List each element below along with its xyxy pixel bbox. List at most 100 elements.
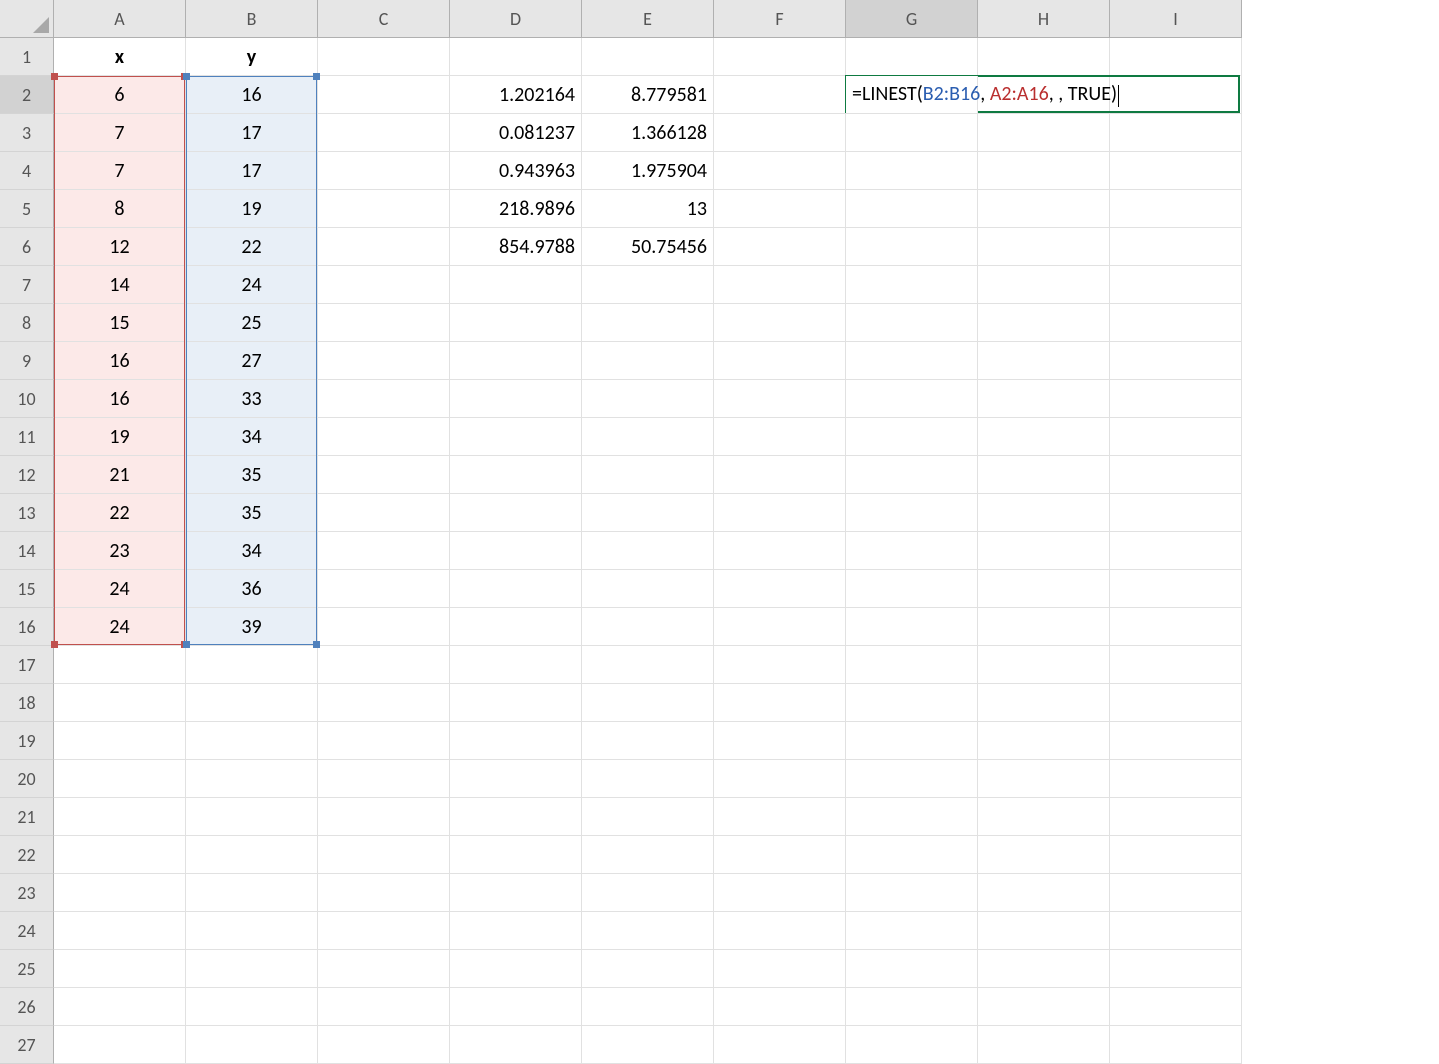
cell-E5[interactable]: 13 [582,190,714,228]
cell-H26[interactable] [978,988,1110,1026]
cell-D23[interactable] [450,874,582,912]
cell-H27[interactable] [978,1026,1110,1064]
cell-F3[interactable] [714,114,846,152]
cell-A19[interactable] [54,722,186,760]
col-header-A[interactable]: A [54,0,186,38]
cell-D4[interactable]: 0.943963 [450,152,582,190]
cell-E26[interactable] [582,988,714,1026]
row-header-24[interactable]: 24 [0,912,54,950]
cell-B27[interactable] [186,1026,318,1064]
cell-B24[interactable] [186,912,318,950]
cell-D8[interactable] [450,304,582,342]
cell-E11[interactable] [582,418,714,456]
cell-A22[interactable] [54,836,186,874]
row-header-27[interactable]: 27 [0,1026,54,1064]
cell-E7[interactable] [582,266,714,304]
cell-B25[interactable] [186,950,318,988]
cell-E2[interactable]: 8.779581 [582,76,714,114]
cell-A13[interactable]: 22 [54,494,186,532]
cell-A25[interactable] [54,950,186,988]
cell-B8[interactable]: 25 [186,304,318,342]
cell-A23[interactable] [54,874,186,912]
cell-E23[interactable] [582,874,714,912]
cell-A24[interactable] [54,912,186,950]
cell-A7[interactable]: 14 [54,266,186,304]
cell-C16[interactable] [318,608,450,646]
cell-B12[interactable]: 35 [186,456,318,494]
cell-G1[interactable] [846,38,978,76]
cell-E4[interactable]: 1.975904 [582,152,714,190]
cell-C3[interactable] [318,114,450,152]
cell-G3[interactable] [846,114,978,152]
cell-B22[interactable] [186,836,318,874]
cell-B7[interactable]: 24 [186,266,318,304]
cell-C8[interactable] [318,304,450,342]
cell-C21[interactable] [318,798,450,836]
cell-F6[interactable] [714,228,846,266]
cell-B2[interactable]: 16 [186,76,318,114]
cell-C17[interactable] [318,646,450,684]
row-header-17[interactable]: 17 [0,646,54,684]
col-header-I[interactable]: I [1110,0,1242,38]
cell-F8[interactable] [714,304,846,342]
cell-C22[interactable] [318,836,450,874]
cell-B20[interactable] [186,760,318,798]
cell-H14[interactable] [978,532,1110,570]
cell-I17[interactable] [1110,646,1242,684]
cell-A15[interactable]: 24 [54,570,186,608]
cell-C23[interactable] [318,874,450,912]
cell-H13[interactable] [978,494,1110,532]
cell-H22[interactable] [978,836,1110,874]
cell-C26[interactable] [318,988,450,1026]
cell-D26[interactable] [450,988,582,1026]
cell-H4[interactable] [978,152,1110,190]
cell-E22[interactable] [582,836,714,874]
cell-D3[interactable]: 0.081237 [450,114,582,152]
row-header-12[interactable]: 12 [0,456,54,494]
cell-F21[interactable] [714,798,846,836]
cell-G19[interactable] [846,722,978,760]
cell-F10[interactable] [714,380,846,418]
cell-C13[interactable] [318,494,450,532]
row-header-3[interactable]: 3 [0,114,54,152]
cell-G14[interactable] [846,532,978,570]
cell-A17[interactable] [54,646,186,684]
cell-F19[interactable] [714,722,846,760]
cell-D19[interactable] [450,722,582,760]
cell-D1[interactable] [450,38,582,76]
cell-E6[interactable]: 50.75456 [582,228,714,266]
cell-E13[interactable] [582,494,714,532]
cell-F13[interactable] [714,494,846,532]
cell-A8[interactable]: 15 [54,304,186,342]
cell-I25[interactable] [1110,950,1242,988]
cell-E21[interactable] [582,798,714,836]
cell-E15[interactable] [582,570,714,608]
cell-C10[interactable] [318,380,450,418]
cell-C20[interactable] [318,760,450,798]
cell-F5[interactable] [714,190,846,228]
cell-G27[interactable] [846,1026,978,1064]
cell-D27[interactable] [450,1026,582,1064]
cell-I7[interactable] [1110,266,1242,304]
col-header-F[interactable]: F [714,0,846,38]
row-header-14[interactable]: 14 [0,532,54,570]
cell-I15[interactable] [1110,570,1242,608]
cell-G9[interactable] [846,342,978,380]
col-header-B[interactable]: B [186,0,318,38]
cell-D20[interactable] [450,760,582,798]
cell-B18[interactable] [186,684,318,722]
cell-A2[interactable]: 6 [54,76,186,114]
cell-B3[interactable]: 17 [186,114,318,152]
cell-A3[interactable]: 7 [54,114,186,152]
cell-E16[interactable] [582,608,714,646]
cell-H16[interactable] [978,608,1110,646]
cell-B16[interactable]: 39 [186,608,318,646]
cell-B11[interactable]: 34 [186,418,318,456]
cell-D24[interactable] [450,912,582,950]
cell-H15[interactable] [978,570,1110,608]
cell-B17[interactable] [186,646,318,684]
cell-H11[interactable] [978,418,1110,456]
cell-E12[interactable] [582,456,714,494]
cell-B21[interactable] [186,798,318,836]
cell-I8[interactable] [1110,304,1242,342]
